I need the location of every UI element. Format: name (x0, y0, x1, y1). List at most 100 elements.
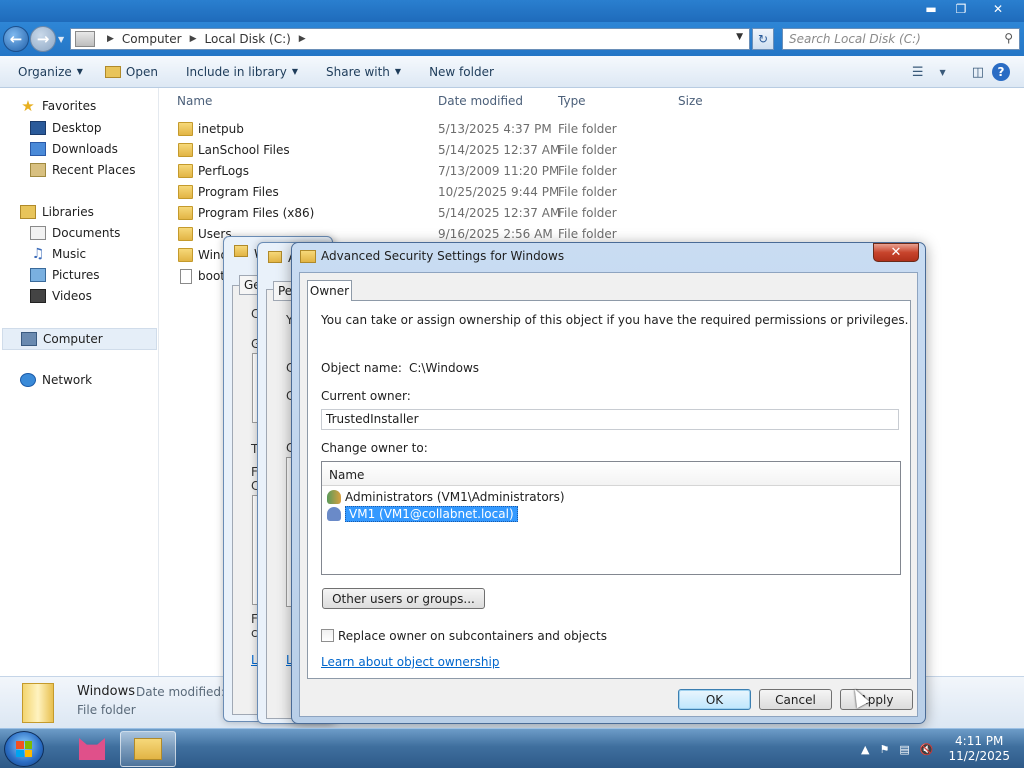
view-options-icon[interactable]: ☰ (912, 65, 924, 80)
view-dropdown-icon[interactable]: ▼ (940, 68, 946, 77)
sidebar-item-videos[interactable]: Videos (30, 289, 92, 303)
learn-about-ownership-link[interactable]: Learn about object ownership (321, 655, 499, 669)
file-row[interactable]: Program Files (x86) 5/14/2025 12:37 AM Fil… (170, 203, 770, 224)
sidebar-item-recent-places[interactable]: Recent Places (30, 163, 135, 177)
breadcrumb-separator-icon[interactable]: ▶ (299, 34, 306, 44)
object-name-label: Object name: (321, 361, 402, 375)
recent-places-icon (30, 163, 46, 177)
window-titlebar: ▬ ❐ ✕ (0, 0, 1024, 22)
object-name-value: C:\Windows (409, 361, 480, 375)
folder-icon (178, 185, 193, 199)
current-owner-field: TrustedInstaller (321, 409, 899, 430)
documents-icon (30, 226, 46, 240)
breadcrumb-local-disk[interactable]: Local Disk (C:) (205, 32, 291, 46)
sidebar-item-documents[interactable]: Documents (30, 226, 120, 240)
address-bar[interactable]: ▶ Computer ▶ Local Disk (C:) ▶ ▼ (70, 28, 750, 50)
show-hidden-icons-icon[interactable]: ▲ (861, 743, 869, 756)
taskbar-windows-explorer[interactable] (120, 731, 176, 767)
help-icon[interactable]: ? (992, 63, 1010, 81)
windows-logo-icon (16, 741, 32, 757)
dialog-body: Owner You can take or assign ownership o… (299, 272, 918, 717)
other-users-or-groups-button[interactable]: Other users or groups... (322, 588, 485, 609)
folder-icon (268, 251, 282, 263)
replace-owner-label[interactable]: Replace owner on subcontainers and objec… (338, 629, 607, 643)
owner-list-name-header[interactable]: Name (322, 462, 900, 486)
breadcrumb-computer[interactable]: Computer (122, 32, 182, 46)
sidebar-item-pictures[interactable]: Pictures (30, 268, 100, 282)
column-header-size[interactable]: Size (678, 88, 752, 114)
folder-icon (178, 248, 193, 262)
details-modified: Date modified: 5 (136, 685, 237, 699)
new-folder-button[interactable]: New folder (419, 56, 504, 88)
organize-button[interactable]: Organize ▼ (8, 56, 93, 88)
command-bar: Organize ▼ Open Include in library ▼ Share… (0, 56, 1024, 88)
file-icon (180, 269, 192, 284)
search-input[interactable]: Search Local Disk (C:) ⚲ (782, 28, 1020, 50)
sidebar-item-network[interactable]: Network (20, 373, 92, 387)
computer-icon (21, 332, 37, 346)
address-dropdown-icon[interactable]: ▼ (736, 32, 743, 42)
breadcrumb-separator-icon[interactable]: ▶ (107, 34, 114, 44)
owner-tab-page: You can take or assign ownership of this… (307, 300, 911, 679)
sidebar-item-favorites[interactable]: ★ Favorites (20, 97, 96, 115)
action-center-icon[interactable]: ⚑ (879, 743, 889, 756)
open-icon (104, 65, 121, 78)
breadcrumb-separator-icon[interactable]: ▶ (190, 34, 197, 44)
file-row[interactable]: PerfLogs 7/13/2009 11:20 PM File folder (170, 161, 770, 182)
owner-list[interactable]: Name Administrators (VM1\Administrators)… (321, 461, 901, 575)
downloads-icon (30, 142, 46, 156)
lanschool-icon (79, 738, 105, 760)
system-tray: ▲ ⚑ ▤ 🔇 4:11 PM 11/2/2025 (856, 729, 1024, 768)
folder-icon (178, 143, 193, 157)
folder-icon (234, 245, 248, 257)
file-row[interactable]: Program Files 10/25/2025 9:44 PM File fold… (170, 182, 770, 203)
include-in-library-button[interactable]: Include in library ▼ (176, 56, 308, 88)
sidebar-item-libraries[interactable]: Libraries (20, 205, 94, 219)
change-owner-label: Change owner to: (321, 441, 428, 455)
back-button[interactable]: ← (3, 26, 29, 52)
column-header-type[interactable]: Type (558, 88, 672, 114)
owner-list-item-vm1[interactable]: VM1 (VM1@collabnet.local) (327, 505, 518, 522)
file-row[interactable]: inetpub 5/13/2025 4:37 PM File folder (170, 119, 770, 140)
open-button[interactable]: Open (95, 56, 168, 88)
sidebar-item-desktop[interactable]: Desktop (30, 121, 102, 135)
share-with-button[interactable]: Share with ▼ (316, 56, 411, 88)
owner-intro-text: You can take or assign ownership of this… (321, 313, 909, 327)
star-icon: ★ (21, 97, 35, 115)
dialog-close-button[interactable]: ✕ (873, 243, 919, 262)
recent-pages-dropdown[interactable]: ▼ (58, 35, 64, 44)
folder-icon (22, 683, 54, 723)
details-type: File folder (77, 703, 136, 717)
file-row[interactable]: LanSchool Files 5/14/2025 12:37 AM File fo… (170, 140, 770, 161)
navigation-pane: ★ Favorites Desktop Downloads Recent Plac… (0, 88, 159, 676)
volume-muted-icon[interactable]: 🔇 (920, 743, 934, 756)
advanced-security-settings-dialog: Advanced Security Settings for Windows ✕… (291, 242, 926, 724)
refresh-button[interactable]: ↻ (752, 28, 774, 50)
minimize-button[interactable]: ▬ (918, 0, 944, 18)
start-button[interactable] (4, 731, 44, 767)
forward-button[interactable]: → (30, 26, 56, 52)
clock[interactable]: 4:11 PM 11/2/2025 (948, 734, 1010, 764)
sidebar-item-music[interactable]: ♫ Music (30, 247, 86, 261)
column-header-date-modified[interactable]: Date modified (438, 88, 552, 114)
preview-pane-icon[interactable]: ◫ (972, 65, 984, 80)
cancel-button[interactable]: Cancel (759, 689, 832, 710)
owner-list-item-administrators[interactable]: Administrators (VM1\Administrators) (327, 488, 565, 505)
search-icon: ⚲ (1004, 31, 1013, 45)
dialog-title: Advanced Security Settings for Windows (321, 249, 565, 263)
sidebar-item-computer[interactable]: Computer (2, 328, 157, 350)
maximize-button[interactable]: ❐ (948, 0, 974, 18)
network-status-icon[interactable]: ▤ (899, 743, 909, 756)
column-header-name[interactable]: Name (177, 88, 432, 114)
ok-button[interactable]: OK (678, 689, 751, 710)
taskbar: ▲ ⚑ ▤ 🔇 4:11 PM 11/2/2025 (0, 728, 1024, 768)
tab-owner[interactable]: Owner (307, 280, 352, 301)
close-window-button[interactable]: ✕ (978, 0, 1018, 18)
group-users-icon (327, 489, 341, 504)
taskbar-lanschool[interactable] (64, 731, 120, 767)
replace-owner-checkbox[interactable] (321, 629, 334, 642)
sidebar-item-downloads[interactable]: Downloads (30, 142, 118, 156)
address-row: ← → ▼ ▶ Computer ▶ Local Disk (C:) ▶ ▼ ↻… (0, 22, 1024, 56)
drive-icon (75, 31, 95, 47)
desktop-icon (30, 121, 46, 135)
